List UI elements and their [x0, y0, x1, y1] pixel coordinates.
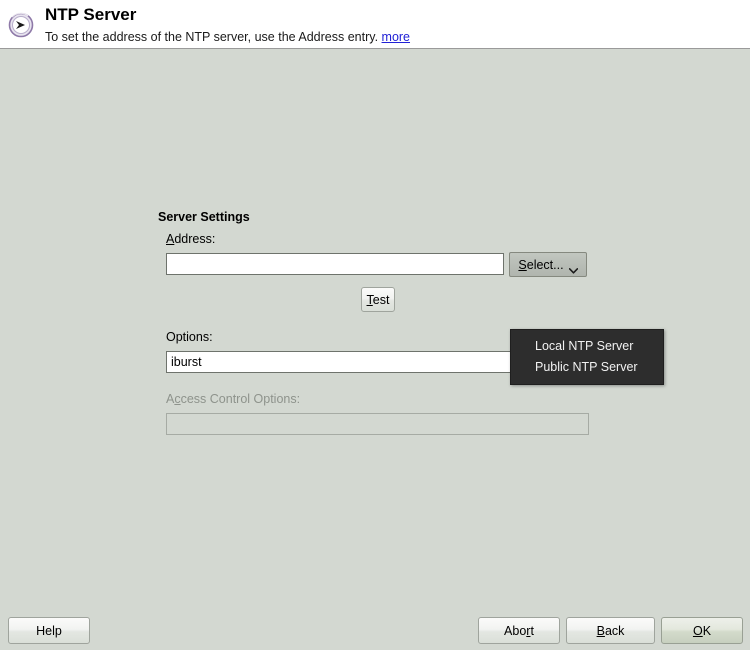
back-button-label: Back — [596, 623, 625, 638]
select-dropdown-menu[interactable]: Local NTP Server Public NTP Server — [510, 329, 664, 385]
ok-button[interactable]: OK — [661, 617, 743, 644]
test-button[interactable]: Test — [361, 287, 395, 312]
select-dropdown-button[interactable]: Select... — [509, 252, 587, 277]
page-title: NTP Server — [45, 5, 137, 24]
address-input[interactable] — [166, 253, 504, 275]
access-control-options-input — [166, 413, 589, 435]
select-button-label: Select... — [518, 257, 564, 272]
abort-button[interactable]: Abort — [478, 617, 560, 644]
page-description: To set the address of the NTP server, us… — [45, 29, 410, 45]
options-label: Options: — [166, 330, 213, 344]
more-link[interactable]: more — [382, 30, 410, 44]
menu-item-public-ntp-server[interactable]: Public NTP Server — [511, 357, 663, 378]
test-button-label: Test — [366, 292, 390, 307]
abort-button-label: Abort — [504, 623, 534, 638]
header-text-block: NTP Server To set the address of the NTP… — [45, 4, 410, 45]
ok-button-label: OK — [692, 623, 712, 638]
chevron-down-icon — [568, 263, 578, 274]
ntp-clock-icon — [8, 12, 34, 38]
address-label-text: ddress: — [174, 232, 216, 246]
menu-item-local-ntp-server[interactable]: Local NTP Server — [511, 336, 663, 357]
help-button-label: Help — [36, 623, 62, 638]
back-button[interactable]: Back — [566, 617, 655, 644]
page-content: Server Settings Address: Select... Test … — [0, 50, 750, 650]
access-control-options-label: Access Control Options: — [166, 392, 300, 406]
help-button[interactable]: Help — [8, 617, 90, 644]
page-description-text: To set the address of the NTP server, us… — [45, 30, 379, 44]
acl-label-post: cess Control Options: — [180, 392, 301, 406]
server-settings-heading: Server Settings — [158, 210, 250, 224]
page-header: NTP Server To set the address of the NTP… — [0, 0, 750, 49]
address-label: Address: — [166, 232, 215, 246]
